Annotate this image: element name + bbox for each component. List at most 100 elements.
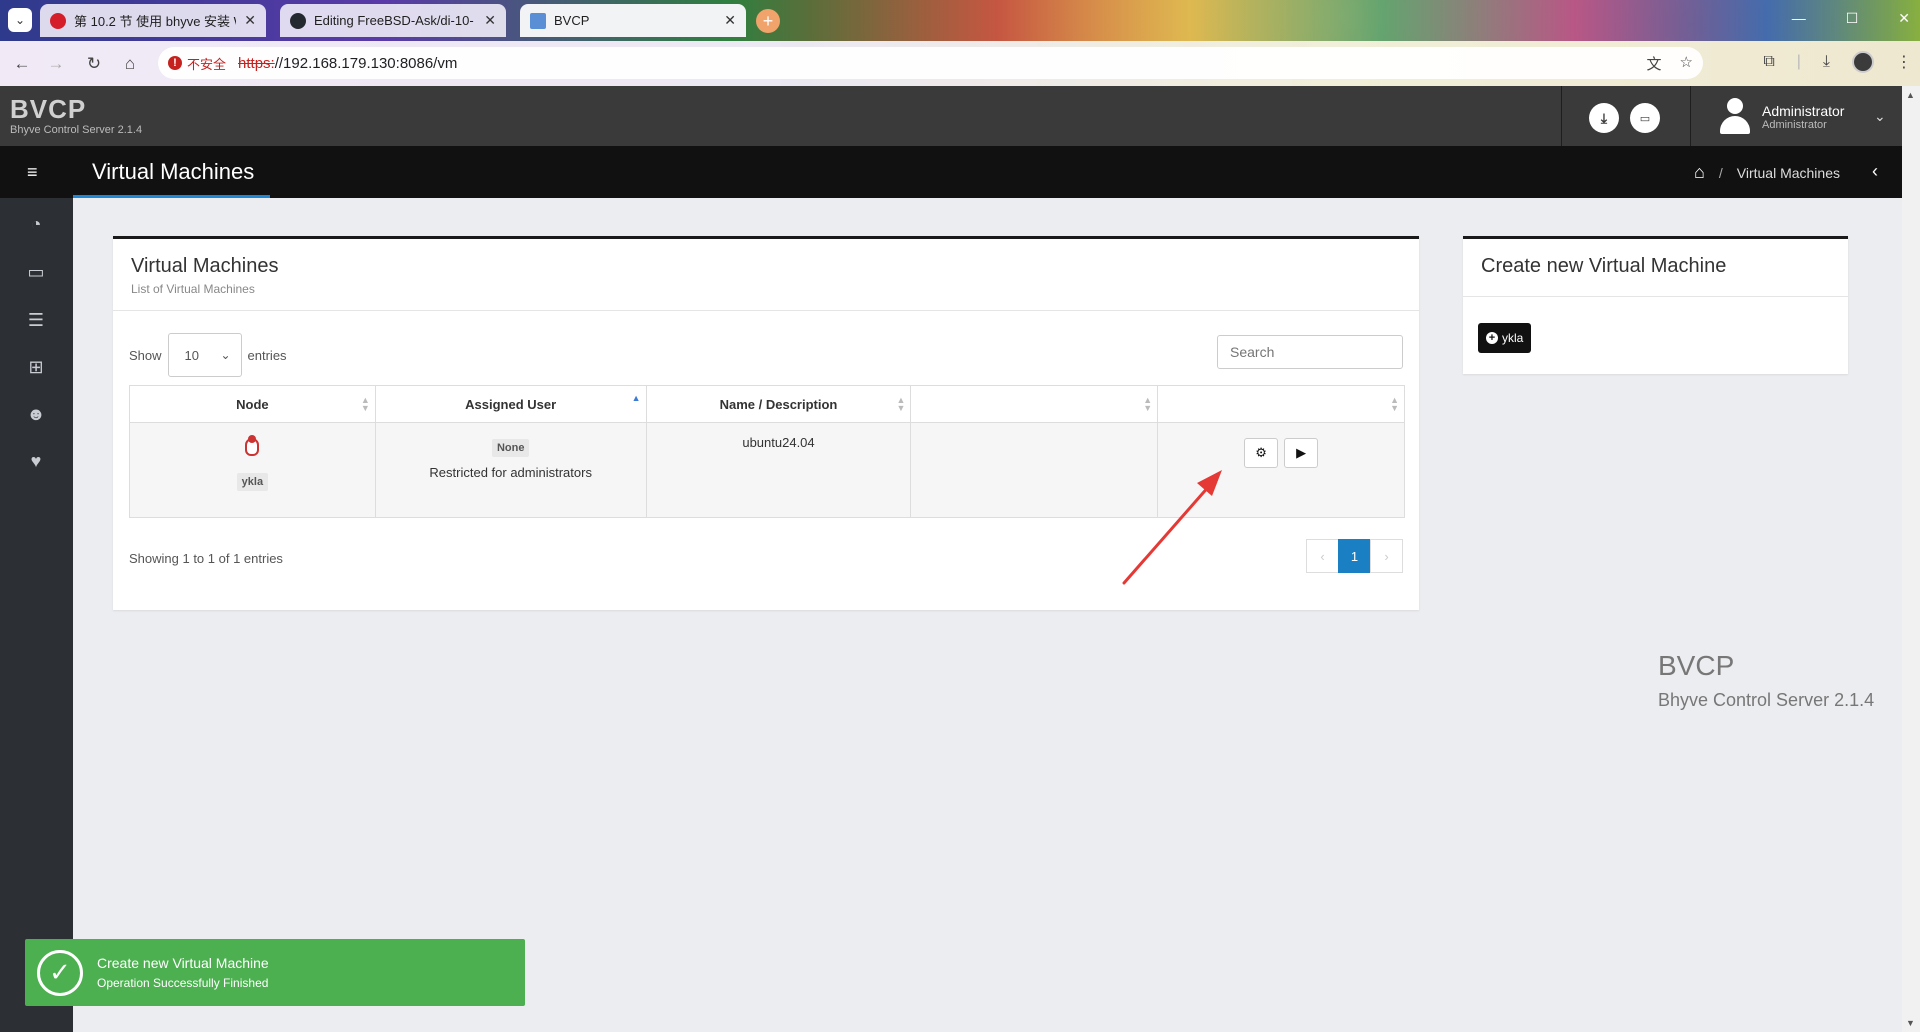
user-name: Administrator bbox=[1762, 103, 1845, 119]
browser-tab-bar: ⌄ 第 10.2 节 使用 bhyve 安装 W ✕ Editing FreeB… bbox=[0, 0, 1920, 41]
show-label: Show bbox=[129, 347, 162, 363]
brand-subtitle: Bhyve Control Server 2.1.4 bbox=[10, 124, 143, 136]
page-title-underline bbox=[73, 195, 270, 198]
home-icon[interactable]: ⌂ bbox=[118, 52, 142, 76]
downloads-icon[interactable]: ⤓ bbox=[1823, 53, 1830, 71]
assigned-user-note: Restricted for administrators bbox=[429, 465, 592, 480]
heartbeat-icon[interactable]: ♥ bbox=[24, 449, 48, 473]
sort-asc-icon: ▲ bbox=[631, 393, 641, 403]
sort-icon: ▲ ▼ bbox=[1390, 395, 1399, 413]
chevron-down-icon[interactable]: ⌄ bbox=[1874, 108, 1886, 125]
database-icon[interactable]: ☰ bbox=[24, 308, 48, 332]
chevron-left-icon[interactable]: ‹ bbox=[1872, 161, 1878, 182]
hamburger-menu-icon[interactable]: ≡ bbox=[27, 163, 45, 181]
plus-icon: + bbox=[762, 10, 774, 31]
user-menu[interactable]: Administrator Administrator bbox=[1718, 98, 1844, 136]
pagination-page-1[interactable]: 1 bbox=[1338, 539, 1371, 573]
translate-icon[interactable]: 文 bbox=[1647, 53, 1662, 74]
browser-tab-3[interactable]: BVCP ✕ bbox=[520, 4, 746, 37]
bookmark-star-icon[interactable]: ☆ bbox=[1680, 53, 1693, 74]
close-window-icon[interactable]: ✕ bbox=[1898, 10, 1910, 27]
sort-icon: ▲ ▼ bbox=[1143, 395, 1153, 413]
extensions-icon[interactable]: ⧉ bbox=[1763, 53, 1774, 71]
network-icon[interactable]: ⊞ bbox=[24, 355, 48, 379]
checkmark-icon: ✓ bbox=[37, 949, 83, 996]
users-icon[interactable]: ☻ bbox=[24, 402, 48, 426]
scroll-up-icon[interactable]: ▲ bbox=[1906, 90, 1915, 100]
column-header-name[interactable]: Name / Description ▲ ▼ bbox=[645, 385, 912, 423]
breadcrumb: ⌂ / Virtual Machines bbox=[1694, 162, 1840, 183]
create-button-label: ykla bbox=[1502, 331, 1524, 345]
column-header-5[interactable]: ▲ ▼ bbox=[1157, 385, 1405, 423]
vm-name: ubuntu24.04 bbox=[742, 435, 815, 450]
reload-icon[interactable]: ↻ bbox=[82, 52, 106, 76]
pagination-next[interactable]: › bbox=[1370, 539, 1403, 573]
close-icon[interactable]: ✕ bbox=[244, 12, 256, 29]
tab-search-button[interactable]: ⌄ bbox=[8, 8, 32, 32]
search-input[interactable] bbox=[1217, 335, 1403, 369]
user-role: Administrator bbox=[1762, 119, 1827, 131]
profile-avatar[interactable] bbox=[1852, 51, 1874, 73]
site-favicon-icon bbox=[50, 12, 66, 29]
github-icon bbox=[290, 12, 306, 29]
toolbar-divider: | bbox=[1796, 53, 1801, 70]
gears-icon: ⚙ bbox=[1255, 445, 1267, 460]
pagination-prev[interactable]: ‹ bbox=[1306, 539, 1339, 573]
browser-tab-1[interactable]: 第 10.2 节 使用 bhyve 安装 W ✕ bbox=[40, 4, 266, 37]
maximize-icon[interactable]: ☐ bbox=[1846, 10, 1859, 27]
dashboard-gauge-icon[interactable]: ◔ bbox=[24, 212, 48, 236]
page-length-control: Show 10 ⌄ entries bbox=[129, 333, 287, 377]
address-bar[interactable]: ! 不安全 https://192.168.179.130:8086/vm 文 … bbox=[158, 47, 1703, 79]
keyboard-icon[interactable]: ▭ bbox=[1630, 103, 1660, 133]
scroll-down-icon[interactable]: ▼ bbox=[1906, 1018, 1915, 1028]
monitor-icon[interactable]: ▭ bbox=[24, 260, 48, 284]
sort-icon: ▲ ▼ bbox=[360, 395, 370, 413]
user-avatar-icon bbox=[1718, 98, 1752, 136]
tab-title: BVCP bbox=[554, 13, 590, 28]
browser-tab-2[interactable]: Editing FreeBSD-Ask/di-10- ✕ bbox=[280, 4, 506, 37]
page-length-select[interactable]: 10 ⌄ bbox=[167, 333, 242, 377]
tab-title: 第 10.2 节 使用 bhyve 安装 W bbox=[74, 14, 237, 29]
new-tab-button[interactable]: + bbox=[756, 9, 780, 33]
minimize-icon[interactable]: — bbox=[1792, 10, 1806, 27]
column-header-node[interactable]: Node ▲ ▼ bbox=[129, 385, 376, 423]
cell-empty bbox=[910, 422, 1159, 518]
toolbar-actions: ⧉ | ⤓ ⋮ bbox=[1763, 51, 1912, 73]
page-title: Virtual Machines bbox=[92, 159, 255, 184]
home-icon[interactable]: ⌂ bbox=[1694, 162, 1705, 183]
create-vm-node-button[interactable]: + ykla bbox=[1478, 323, 1532, 353]
column-header-4[interactable]: ▲ ▼ bbox=[910, 385, 1159, 423]
app-header: BVCP Bhyve Control Server 2.1.4 ⤓ ▭ Admi… bbox=[0, 86, 1902, 146]
sort-icon: ▲ ▼ bbox=[896, 395, 906, 413]
download-icon[interactable]: ⤓ bbox=[1589, 103, 1619, 133]
node-badge: ykla bbox=[236, 473, 269, 491]
security-chip[interactable]: ! 不安全 bbox=[168, 54, 226, 73]
close-icon[interactable]: ✕ bbox=[724, 12, 736, 29]
column-header-assigned-user[interactable]: Assigned User ▲ bbox=[374, 385, 647, 423]
close-icon[interactable]: ✕ bbox=[484, 12, 496, 29]
brand[interactable]: BVCP Bhyve Control Server 2.1.4 bbox=[10, 96, 142, 136]
page-length-value: 10 bbox=[184, 347, 199, 363]
page-scrollbar[interactable]: ▲ ▼ bbox=[1902, 86, 1920, 1032]
pagination: ‹ 1 › bbox=[1306, 539, 1403, 573]
sidebar: ◔ ▭ ☰ ⊞ ☻ ♥ bbox=[0, 198, 73, 1032]
page-header: ≡ Virtual Machines ⌂ / Virtual Machines … bbox=[0, 146, 1902, 198]
panel-subtitle: List of Virtual Machines bbox=[131, 282, 255, 296]
column-label: Name / Description bbox=[719, 396, 838, 412]
url-path: //192.168.179.130:8086/vm bbox=[274, 54, 458, 72]
more-menu-icon[interactable]: ⋮ bbox=[1896, 52, 1912, 72]
back-icon[interactable]: ← bbox=[10, 52, 34, 76]
forward-icon[interactable]: → bbox=[44, 52, 68, 76]
cell-assigned-user: None Restricted for administrators bbox=[374, 422, 647, 518]
play-icon: ▶ bbox=[1296, 445, 1307, 460]
chevron-down-icon: ⌄ bbox=[14, 13, 26, 27]
browser-toolbar: ← → ↻ ⌂ ! 不安全 https://192.168.179.130:80… bbox=[0, 41, 1920, 86]
success-toast[interactable]: ✓ Create new Virtual Machine Operation S… bbox=[25, 939, 525, 1006]
omnibox-icons: 文 ☆ bbox=[1647, 53, 1693, 74]
breadcrumb-separator: / bbox=[1718, 164, 1723, 181]
vm-settings-button[interactable]: ⚙ bbox=[1244, 438, 1279, 468]
vm-list-panel: Virtual Machines List of Virtual Machine… bbox=[113, 236, 1419, 610]
vm-start-button[interactable]: ▶ bbox=[1284, 438, 1319, 468]
url-text[interactable]: https://192.168.179.130:8086/vm bbox=[238, 55, 457, 72]
table-row: ykla None Restricted for administrators … bbox=[129, 422, 1405, 518]
